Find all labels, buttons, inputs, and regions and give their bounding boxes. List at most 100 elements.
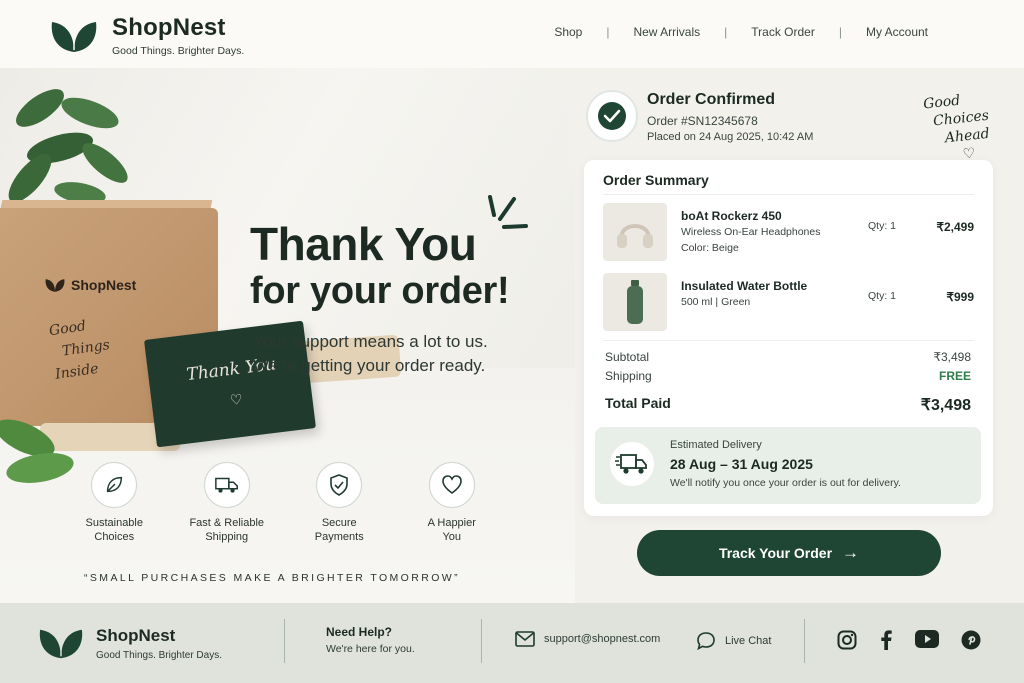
divider (603, 340, 974, 341)
sparkle-icon (488, 195, 528, 229)
shipping-row: Shipping FREE (605, 369, 971, 383)
brand-logo[interactable]: ShopNest Good Things. Brighter Days. (48, 14, 244, 57)
nav-separator: | (606, 25, 610, 39)
site-header: ShopNest Good Things. Brighter Days. Sho… (0, 0, 1024, 68)
subtotal-row: Subtotal ₹3,498 (605, 350, 971, 364)
feature-label: Sustainable (85, 517, 144, 529)
email-link[interactable]: support@shopnest.com (515, 631, 660, 647)
leaf-logo-icon (51, 21, 97, 52)
feature-label: Choices (94, 531, 135, 543)
truck-icon (610, 442, 654, 486)
order-confirmation: Order Confirmed Order #SN12345678 Placed… (586, 90, 813, 143)
mail-icon (515, 631, 535, 647)
divider (284, 619, 285, 663)
box-brand: ShopNest (44, 276, 136, 294)
heart-icon: ♡ (228, 390, 244, 409)
footer-brand-tagline: Good Things. Brighter Days. (96, 649, 222, 661)
instagram-icon[interactable] (837, 630, 857, 655)
brand-name: ShopNest (112, 14, 226, 41)
feature-label: Fast & Reliable (189, 517, 265, 529)
summary-title: Order Summary (603, 172, 709, 188)
support-email: support@shopnest.com (544, 633, 661, 645)
order-status: Order Confirmed (647, 91, 776, 108)
leaf-icon (91, 462, 138, 508)
shipping-value: FREE (938, 369, 971, 383)
order-number: Order #SN12345678 (647, 114, 758, 128)
live-chat-label: Live Chat (725, 635, 772, 647)
pinterest-icon[interactable] (961, 630, 981, 655)
estimated-delivery: Estimated Delivery 28 Aug – 31 Aug 2025 … (595, 427, 981, 504)
thank-you-heading: Thank You (250, 218, 477, 270)
leaf-logo-icon (39, 629, 83, 659)
truck-icon (203, 462, 250, 508)
item-name: boAt Rockerz 450 (681, 209, 782, 223)
brand-tagline-quote: “SMALL PURCHASES MAKE A BRIGHTER TOMORRO… (84, 572, 460, 584)
main-nav: Shop | New Arrivals | Track Order | My A… (554, 25, 928, 39)
nav-shop[interactable]: Shop (554, 25, 582, 39)
feature-secure: Secure Payments (283, 462, 396, 544)
item-qty: Qty: 1 (868, 220, 897, 232)
track-order-label: Track Your Order (718, 545, 833, 561)
track-order-button[interactable]: Track Your Order → (637, 530, 941, 576)
item-qty: Qty: 1 (868, 290, 897, 302)
box-handwriting: Good Things Inside (48, 312, 115, 385)
item-name: Insulated Water Bottle (681, 279, 808, 293)
leaf-logo-icon (45, 279, 65, 292)
list-item[interactable]: Insulated Water Bottle 500 ml | Green Qt… (603, 273, 974, 333)
feature-list: Sustainable Choices Fast & Reliable Ship… (58, 462, 508, 544)
footer-brand-name: ShopNest (96, 625, 176, 645)
feature-sustainable: Sustainable Choices (58, 462, 171, 544)
feature-label: Secure (321, 517, 357, 529)
help-section: Need Help? We're here for you. (326, 625, 415, 655)
footer-brand[interactable]: ShopNest Good Things. Brighter Days. (36, 624, 222, 662)
headphones-icon (603, 203, 667, 261)
item-color: Color: Beige (681, 242, 739, 254)
item-description: 500 ml | Green (681, 296, 751, 308)
live-chat-link[interactable]: Live Chat (696, 631, 771, 651)
heart-icon (428, 462, 475, 508)
item-price: ₹2,499 (936, 220, 974, 234)
divider (481, 619, 482, 663)
nav-separator: | (838, 25, 842, 39)
shield-check-icon (316, 462, 363, 508)
item-description: Wireless On-Ear Headphones (681, 226, 821, 238)
nav-new-arrivals[interactable]: New Arrivals (633, 25, 700, 39)
item-price: ₹999 (946, 290, 974, 304)
brand-tagline: Good Things. Brighter Days. (112, 45, 245, 57)
thank-you-subheading: for your order! (250, 270, 510, 312)
subtotal-value: ₹3,498 (933, 350, 971, 364)
facebook-icon[interactable] (879, 630, 893, 655)
social-links (837, 630, 1003, 655)
chat-icon (697, 632, 715, 651)
help-title: Need Help? (326, 625, 393, 639)
shipping-label: Shipping (605, 369, 652, 383)
divider (804, 619, 805, 663)
divider (603, 194, 974, 195)
feature-label: Shipping (205, 531, 249, 543)
box-brand-name: ShopNest (71, 277, 137, 293)
total-row: Total Paid ₹3,498 (605, 395, 971, 415)
site-footer: ShopNest Good Things. Brighter Days. Nee… (0, 603, 1024, 683)
hero-message: Your support means a lot to us. We're ge… (253, 330, 488, 378)
nav-my-account[interactable]: My Account (866, 25, 928, 39)
list-item[interactable]: boAt Rockerz 450 Wireless On-Ear Headpho… (603, 203, 974, 263)
good-choices-note: Good Choices Ahead ♡ (922, 89, 993, 167)
delivery-dates: 28 Aug – 31 Aug 2025 (670, 456, 813, 472)
order-summary-card: Order Summary boAt Rockerz 450 Wireless … (584, 160, 993, 516)
feature-label: A Happier (427, 517, 476, 529)
feature-shipping: Fast & Reliable Shipping (171, 462, 284, 544)
order-date: Placed on 24 Aug 2025, 10:42 AM (647, 131, 814, 143)
total-label: Total Paid (605, 395, 671, 411)
delivery-label: Estimated Delivery (670, 439, 762, 451)
nav-track-order[interactable]: Track Order (751, 25, 815, 39)
youtube-icon[interactable] (915, 630, 939, 655)
hero-message-line: We're getting your order ready. (253, 356, 486, 375)
hero-message-line: Your support means a lot to us. (253, 332, 488, 351)
feature-happier: A Happier You (396, 462, 509, 544)
arrow-right-icon: → (842, 543, 860, 562)
hero-scene: ShopNest Good Things Inside Thank You ♡ … (0, 68, 575, 603)
check-circle-icon (598, 102, 626, 130)
feature-label: Payments (314, 531, 364, 543)
check-badge (586, 90, 638, 142)
total-value: ₹3,498 (920, 397, 971, 414)
